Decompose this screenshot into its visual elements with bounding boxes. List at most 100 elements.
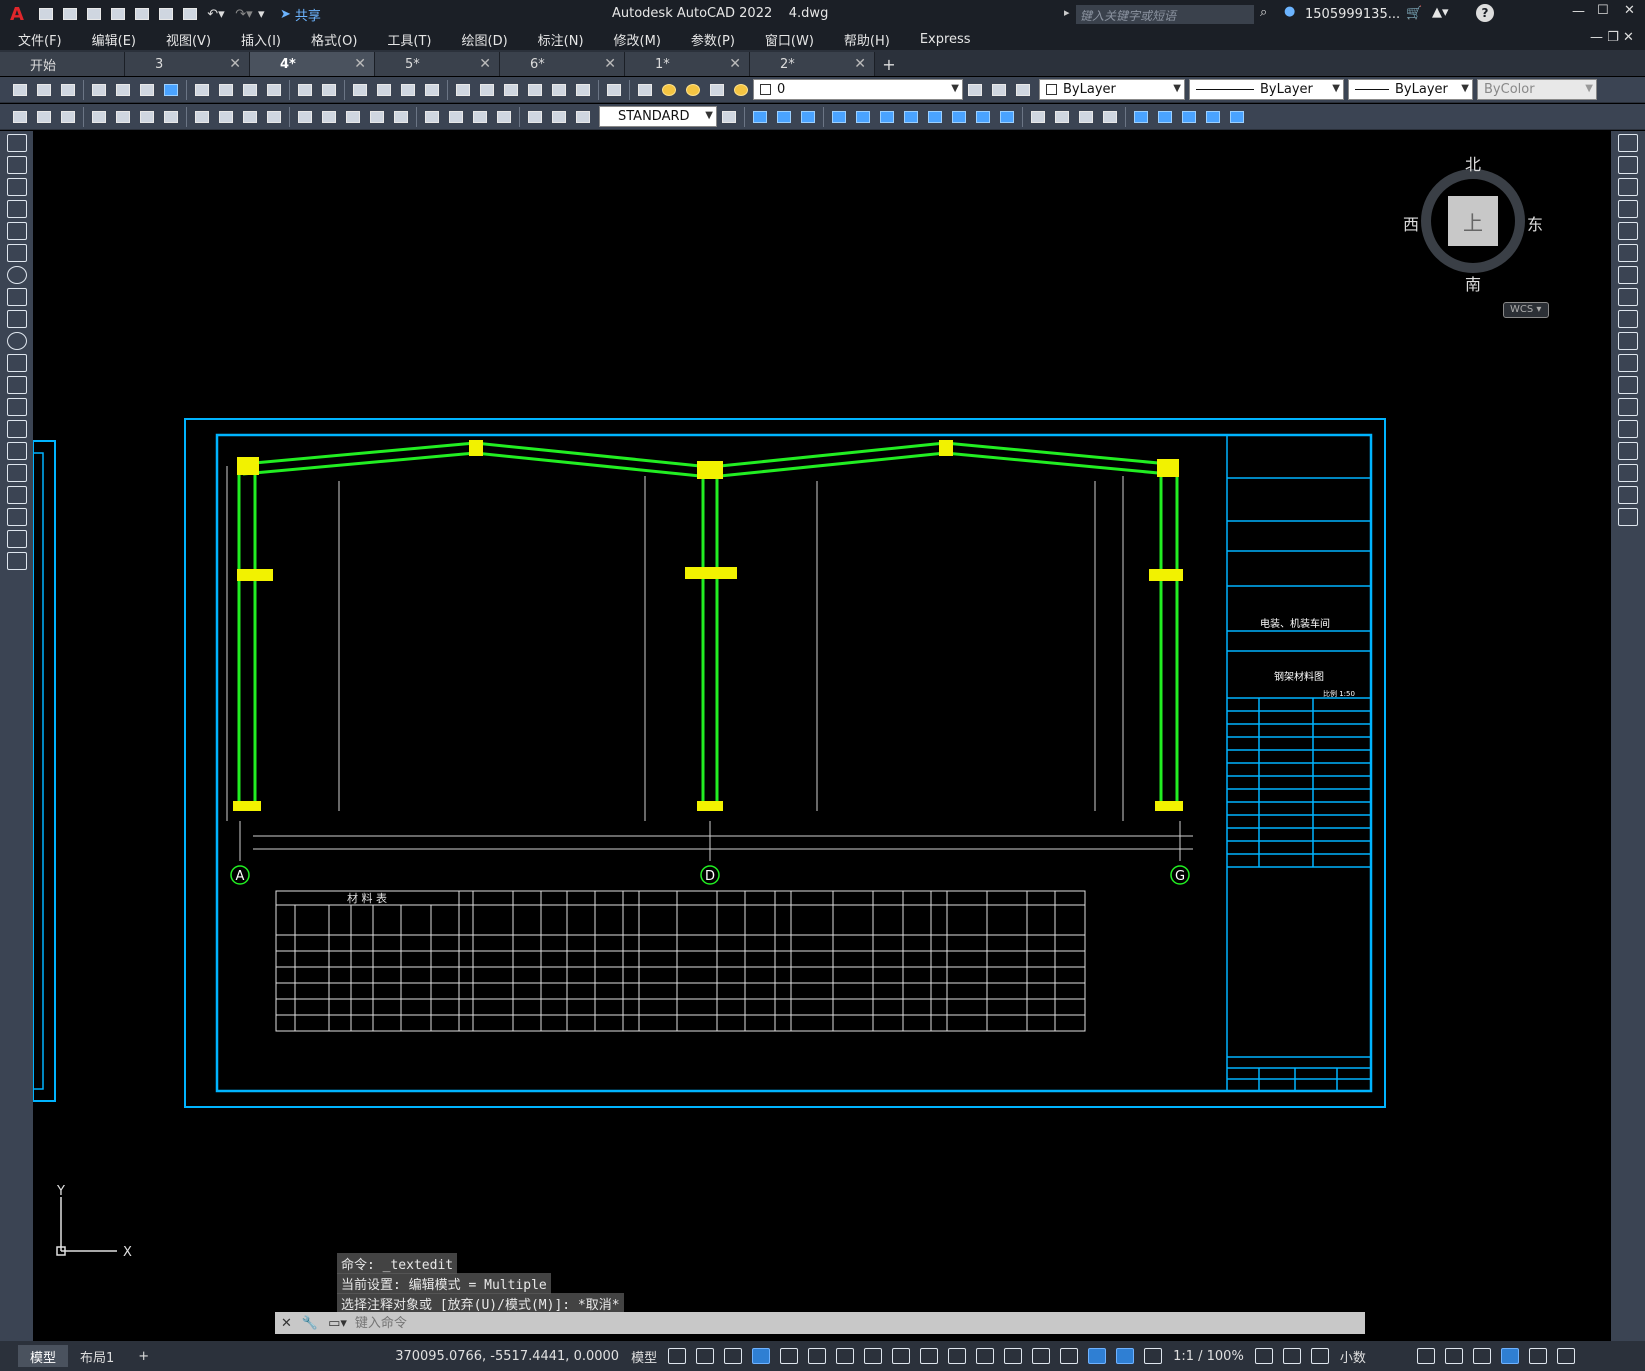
join-icon[interactable] xyxy=(1618,420,1638,438)
plotstyle-dropdown[interactable]: ByColor ▼ xyxy=(1477,79,1597,100)
search-expander-icon[interactable]: ▸ xyxy=(1064,6,1070,19)
user-icon[interactable]: ● xyxy=(1284,4,1295,19)
thicken-icon[interactable] xyxy=(996,107,1018,127)
viewcube-west[interactable]: 西 xyxy=(1403,211,1419,235)
document-tab[interactable]: 5* ✕ xyxy=(375,52,500,76)
center-mark-icon[interactable] xyxy=(445,107,467,127)
stretch-icon[interactable] xyxy=(1618,310,1638,328)
dim-text-edit-icon[interactable] xyxy=(548,107,570,127)
menu-item[interactable]: Express xyxy=(902,32,983,47)
quick-access-print-icon[interactable] xyxy=(179,4,201,24)
document-tab[interactable]: 1* ✕ xyxy=(625,52,750,76)
command-input[interactable] xyxy=(354,1315,1305,1331)
paste-icon[interactable] xyxy=(239,80,261,100)
quick-access-saveas-icon[interactable] xyxy=(107,4,129,24)
dim-update-icon[interactable] xyxy=(572,107,594,127)
menu-item[interactable]: 编辑(E) xyxy=(74,30,148,49)
undo-icon[interactable]: ↶▾ xyxy=(202,7,230,22)
user-name[interactable]: 1505999135... xyxy=(1305,7,1400,22)
fillet-icon[interactable] xyxy=(1618,464,1638,482)
selection-cycling-icon[interactable] xyxy=(976,1348,995,1364)
quick-dim-icon[interactable] xyxy=(294,107,316,127)
cart-icon[interactable]: 🛒 xyxy=(1406,6,1422,21)
isolate-objects-icon[interactable] xyxy=(1472,1348,1491,1364)
dim-baseline-icon[interactable] xyxy=(318,107,340,127)
document-tab[interactable]: 3 ✕ xyxy=(125,52,250,76)
mesh-icon[interactable] xyxy=(1130,107,1152,127)
dim-front-icon[interactable] xyxy=(57,107,79,127)
solid-union-icon[interactable] xyxy=(773,107,795,127)
polar-icon[interactable] xyxy=(808,1348,827,1364)
maximize-button[interactable]: ☐ xyxy=(1597,3,1609,18)
mirror-icon[interactable] xyxy=(1618,178,1638,196)
viewcube[interactable]: 上 北 南 东 西 xyxy=(1403,151,1543,294)
help-icon[interactable]: ? xyxy=(1476,4,1494,22)
layer-freeze-icon[interactable] xyxy=(682,80,704,100)
spline-icon[interactable] xyxy=(6,310,27,328)
layer-dropdown[interactable]: 0 ▼ xyxy=(753,79,963,100)
menu-item[interactable]: 视图(V) xyxy=(148,30,223,49)
revision-cloud-icon[interactable] xyxy=(6,288,27,306)
close-tab-icon[interactable]: ✕ xyxy=(229,56,241,72)
color-dropdown[interactable]: ByLayer ▼ xyxy=(1039,79,1185,100)
document-tab[interactable]: 4* ✕ xyxy=(250,52,375,76)
search-box[interactable]: 键入关键字或短语 xyxy=(1076,5,1254,24)
model-space-toggle[interactable]: 模型 xyxy=(625,1347,663,1366)
rotate-icon[interactable] xyxy=(1618,266,1638,284)
quick-properties-icon[interactable] xyxy=(1416,1348,1435,1364)
line-icon[interactable] xyxy=(6,134,27,152)
erase-icon[interactable] xyxy=(1618,134,1638,152)
dim-break-icon[interactable] xyxy=(390,107,412,127)
menu-item[interactable]: 格式(O) xyxy=(293,30,369,49)
material-icon[interactable] xyxy=(1075,107,1097,127)
inspection-icon[interactable] xyxy=(469,107,491,127)
tab-layout1[interactable]: 布局1 xyxy=(68,1345,126,1367)
infer-constraints-icon[interactable] xyxy=(724,1348,743,1364)
recent-commands-icon[interactable]: ▭▾ xyxy=(328,1316,347,1331)
make-block-icon[interactable] xyxy=(6,398,27,416)
text-front-icon[interactable] xyxy=(33,107,55,127)
menu-item[interactable]: 帮助(H) xyxy=(826,30,902,49)
close-tab-icon[interactable]: ✕ xyxy=(354,56,366,72)
zoom-window-icon[interactable] xyxy=(397,80,419,100)
design-center-icon[interactable] xyxy=(476,80,498,100)
close-command-icon[interactable]: ✕ xyxy=(281,1316,292,1331)
close-tab-icon[interactable]: ✕ xyxy=(479,56,491,72)
doc-minimize-button[interactable]: — xyxy=(1590,30,1603,45)
quick-access-save-icon[interactable] xyxy=(83,4,105,24)
break-point-icon[interactable] xyxy=(1618,376,1638,394)
clean-screen-icon[interactable] xyxy=(1528,1348,1547,1364)
mtext-icon[interactable] xyxy=(6,530,27,548)
menu-item[interactable]: 绘图(D) xyxy=(444,30,520,49)
flatshot-icon[interactable] xyxy=(1202,107,1224,127)
transparency-icon[interactable] xyxy=(948,1348,967,1364)
surface-icon[interactable] xyxy=(1154,107,1176,127)
autocad-logo[interactable]: A xyxy=(0,0,34,28)
close-tab-icon[interactable]: ✕ xyxy=(604,56,616,72)
publish-icon[interactable] xyxy=(136,80,158,100)
new-icon[interactable] xyxy=(9,80,31,100)
polyline-icon[interactable] xyxy=(6,178,27,196)
quick-access-publish-icon[interactable] xyxy=(155,4,177,24)
annotation-scale[interactable]: 1:1 / 100% xyxy=(1167,1349,1250,1364)
lineweight-icon[interactable] xyxy=(920,1348,939,1364)
viewcube-top-face[interactable]: 上 xyxy=(1448,196,1498,246)
copy-object-icon[interactable] xyxy=(1618,156,1638,174)
doc-restore-button[interactable]: ❐ xyxy=(1607,30,1619,45)
extend-icon[interactable] xyxy=(1618,354,1638,372)
close-button[interactable]: ✕ xyxy=(1624,3,1635,18)
document-tab[interactable]: 开始 xyxy=(0,52,125,76)
menu-item[interactable]: 文件(F) xyxy=(0,30,74,49)
layer-lock-icon[interactable] xyxy=(730,80,752,100)
array-icon[interactable] xyxy=(1618,222,1638,240)
customize-command-icon[interactable]: 🔧 xyxy=(302,1316,318,1331)
dim-linear-icon[interactable] xyxy=(88,107,110,127)
chamfer-icon[interactable] xyxy=(1618,442,1638,460)
layer-properties-icon[interactable] xyxy=(634,80,656,100)
tool-palettes-icon[interactable] xyxy=(500,80,522,100)
circle-icon[interactable] xyxy=(6,266,27,284)
add-selected-icon[interactable] xyxy=(6,552,27,570)
sheet-set-icon[interactable] xyxy=(524,80,546,100)
match-properties-icon[interactable] xyxy=(263,80,285,100)
menu-item[interactable]: 窗口(W) xyxy=(747,30,826,49)
